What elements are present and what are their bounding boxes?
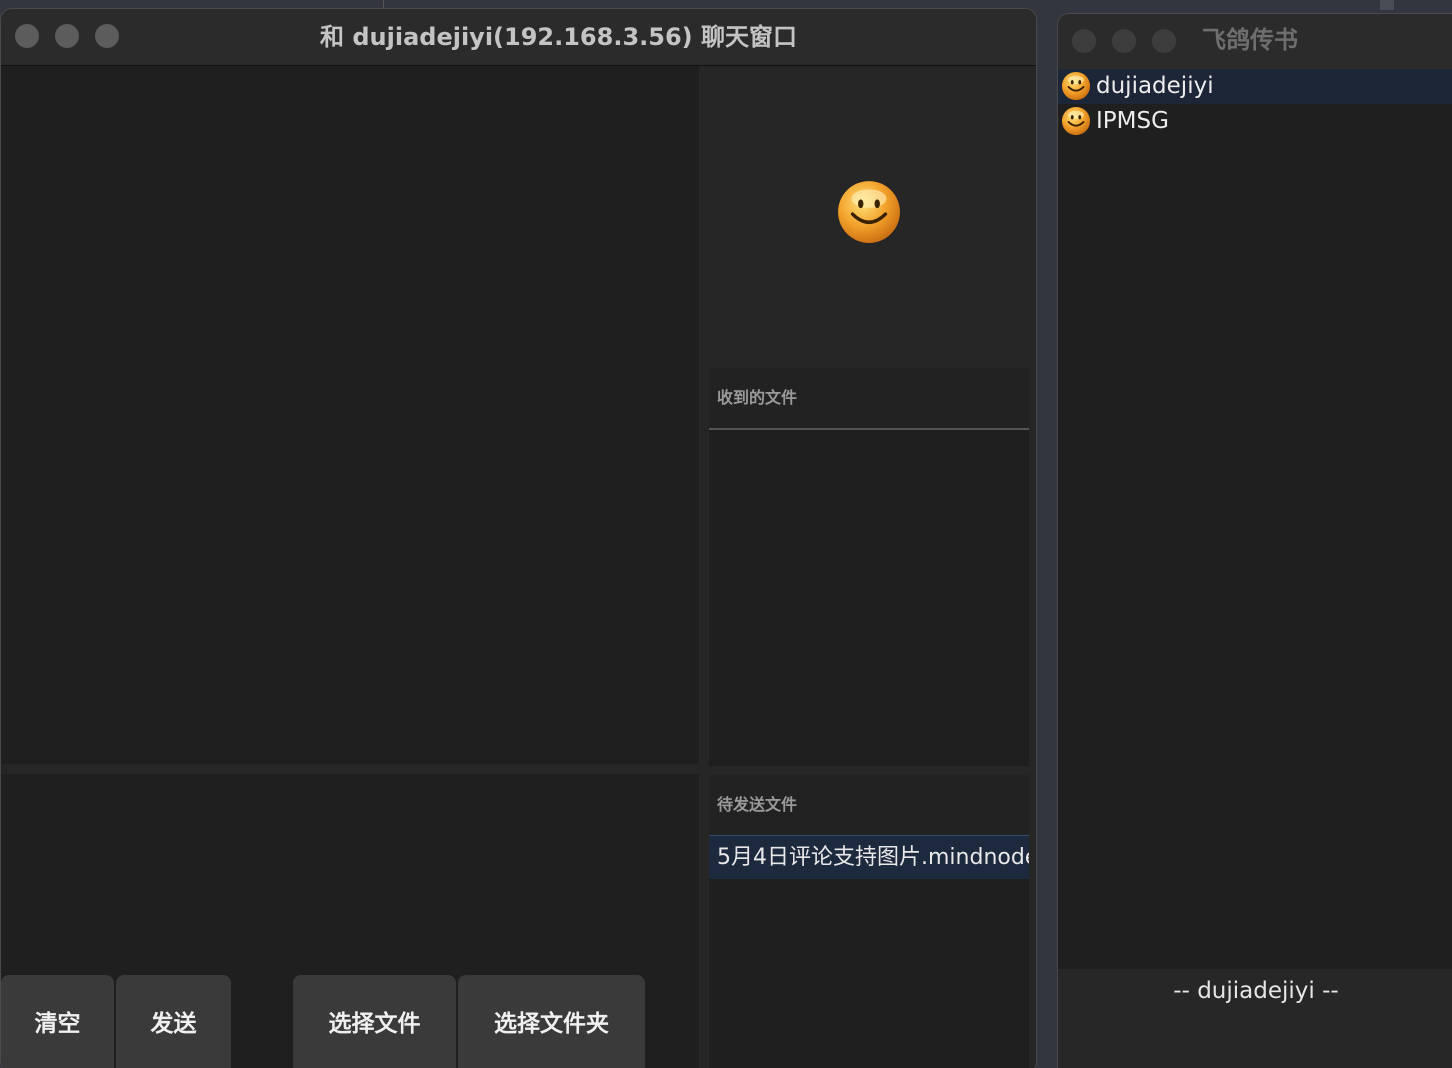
message-input[interactable] [1, 774, 699, 964]
chat-window-title: 和 dujiadejiyi(192.168.3.56) 聊天窗口 [320, 23, 797, 51]
minimize-button[interactable] [1112, 29, 1136, 53]
status-footer: -- dujiadejiyi -- [1058, 969, 1452, 1068]
minimize-button[interactable] [55, 24, 79, 48]
zoom-button[interactable] [95, 24, 119, 48]
smiley-face-icon [838, 181, 900, 243]
message-history[interactable] [1, 66, 699, 764]
main-window: 飞鸽传书 dujiadejiyi IPMSG -- dujiadejiyi -- [1057, 13, 1452, 1068]
received-files-list[interactable] [709, 428, 1029, 766]
current-user-label: -- dujiadejiyi -- [1173, 978, 1339, 1004]
close-button[interactable] [1072, 29, 1096, 53]
user-name: IPMSG [1096, 108, 1169, 134]
select-folder-button[interactable]: 选择文件夹 [458, 975, 645, 1068]
user-list-item[interactable]: IPMSG [1058, 104, 1452, 139]
pending-file-item[interactable]: 5月4日评论支持图片.mindnode [709, 835, 1029, 879]
clear-button[interactable]: 清空 [1, 975, 114, 1068]
user-list-item[interactable]: dujiadejiyi [1058, 69, 1452, 104]
zoom-button[interactable] [1152, 29, 1176, 53]
user-name: dujiadejiyi [1096, 73, 1214, 99]
background-divider [383, 0, 384, 8]
main-window-titlebar[interactable]: 飞鸽传书 [1058, 14, 1452, 71]
desktop: 和 dujiadejiyi(192.168.3.56) 聊天窗口 收到的文件 待… [0, 0, 1452, 1068]
main-window-title: 飞鸽传书 [1202, 26, 1298, 54]
received-files-header: 收到的文件 [709, 368, 1029, 428]
pending-files-list[interactable]: 5月4日评论支持图片.mindnode [709, 835, 1029, 1068]
chat-window-titlebar[interactable]: 和 dujiadejiyi(192.168.3.56) 聊天窗口 [1, 9, 1036, 66]
select-file-button[interactable]: 选择文件 [293, 975, 456, 1068]
smiley-face-icon [1061, 106, 1091, 136]
pending-files-header: 待发送文件 [709, 775, 1029, 835]
background-scrollbar [1380, 0, 1394, 10]
chat-window: 和 dujiadejiyi(192.168.3.56) 聊天窗口 收到的文件 待… [0, 8, 1037, 1068]
close-button[interactable] [15, 24, 39, 48]
send-button[interactable]: 发送 [116, 975, 231, 1068]
splitter[interactable] [1, 764, 699, 774]
smiley-face-icon [1061, 71, 1091, 101]
